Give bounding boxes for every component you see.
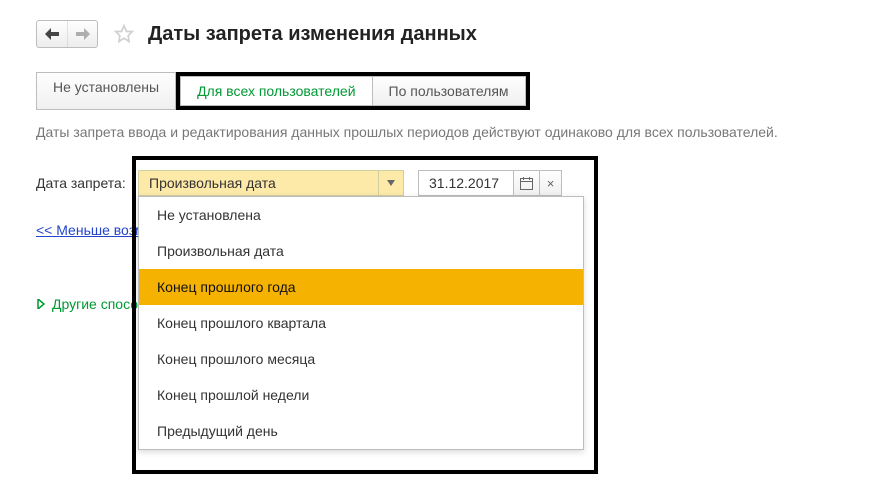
calendar-icon <box>520 177 533 190</box>
tab-all-users[interactable]: Для всех пользователей <box>180 76 372 106</box>
prohibit-date-label: Дата запрета: <box>36 175 136 191</box>
nav-buttons <box>36 20 98 48</box>
date-mode-dropdown-list: Не установлена Произвольная дата Конец п… <box>138 196 584 450</box>
tab-by-users[interactable]: По пользователям <box>373 76 526 106</box>
dropdown-option[interactable]: Не установлена <box>139 197 583 233</box>
date-field[interactable]: 31.12.2017 <box>418 170 514 196</box>
dropdown-option[interactable]: Произвольная дата <box>139 233 583 269</box>
dropdown-option[interactable]: Конец прошлого года <box>139 269 583 305</box>
back-button[interactable] <box>37 21 67 47</box>
favorite-star-icon[interactable] <box>112 22 136 46</box>
dropdown-option[interactable]: Предыдущий день <box>139 413 583 449</box>
date-input-group: 31.12.2017 × <box>418 170 562 196</box>
tabs-highlight-box: Для всех пользователей По пользователям <box>176 72 529 110</box>
arrow-right-icon <box>76 28 90 40</box>
date-mode-select[interactable]: Произвольная дата 31.12.2017 × <box>138 170 562 196</box>
page-title: Даты запрета изменения данных <box>148 23 477 46</box>
chevron-right-icon <box>36 299 46 309</box>
arrow-left-icon <box>45 28 59 40</box>
dropdown-option[interactable]: Конец прошлого квартала <box>139 305 583 341</box>
date-mode-dropdown-button[interactable] <box>378 170 404 196</box>
date-clear-button[interactable]: × <box>540 170 562 196</box>
date-mode-value: Произвольная дата <box>138 170 378 196</box>
tab-not-set[interactable]: Не установлены <box>36 72 176 110</box>
description-text: Даты запрета ввода и редактирования данн… <box>36 124 860 140</box>
chevron-down-icon <box>387 180 395 186</box>
prohibit-date-row: Дата запрета: Произвольная дата 31.12.20… <box>36 168 860 198</box>
dropdown-option[interactable]: Конец прошлого месяца <box>139 341 583 377</box>
forward-button <box>67 21 97 47</box>
date-calendar-button[interactable] <box>514 170 540 196</box>
tabs-row: Не установлены Для всех пользователей По… <box>36 72 860 110</box>
dropdown-option[interactable]: Конец прошлой недели <box>139 377 583 413</box>
prohibit-date-controls: Произвольная дата 31.12.2017 × Не устано… <box>138 170 562 196</box>
top-bar: Даты запрета изменения данных <box>36 20 860 48</box>
